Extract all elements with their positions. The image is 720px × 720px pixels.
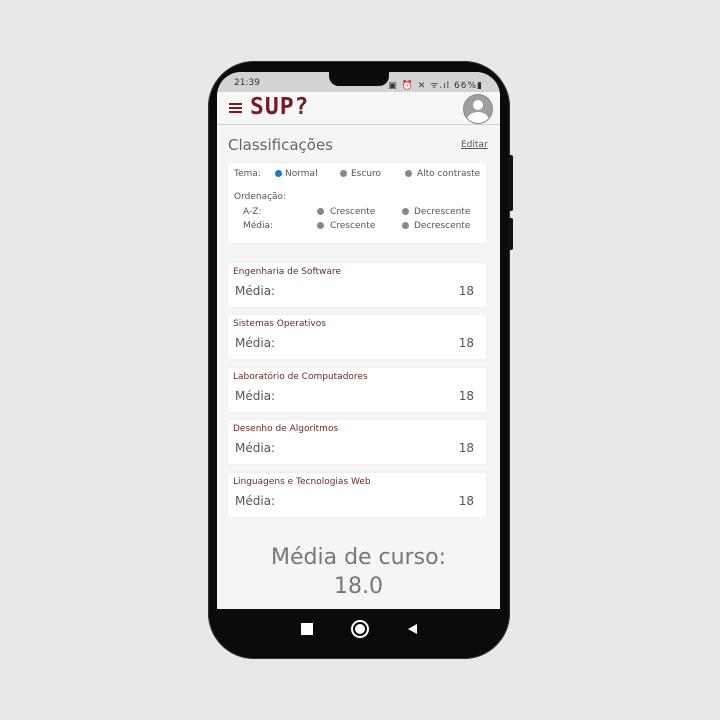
home-icon[interactable] <box>351 620 369 638</box>
average-descending-radio[interactable] <box>402 222 409 229</box>
settings-panel: Tema: Normal Escuro Alto contraste Orden… <box>228 163 486 243</box>
status-icons: ▣ ⏰ ✕ ᯤ.ıl 66%▮ <box>388 81 483 91</box>
app-bar: SUP? <box>217 92 500 125</box>
course-average-label: Média: <box>235 389 276 403</box>
course-card[interactable]: Sistemas Operativos Média: 18 <box>228 315 486 359</box>
average-ascending-label[interactable]: Crescente <box>330 221 375 231</box>
course-average-value: 18 <box>458 284 474 298</box>
app-logo: SUP? <box>250 94 310 120</box>
camera-notch <box>329 72 389 86</box>
course-card[interactable]: Linguagens e Tecnologias Web Média: 18 <box>228 473 486 517</box>
theme-high-contrast-label[interactable]: Alto contraste <box>417 169 480 179</box>
power-button <box>508 218 513 250</box>
course-average-value: 18 <box>458 336 474 350</box>
profile-avatar-icon[interactable] <box>463 94 493 124</box>
average-descending-label[interactable]: Decrescente <box>414 221 470 231</box>
course-name: Laboratório de Computadores <box>233 372 368 382</box>
course-name: Engenharia de Software <box>233 267 341 277</box>
ordering-az-label: A-Z: <box>243 207 262 217</box>
ordering-average-label: Média: <box>243 221 274 231</box>
course-average-label: Média: <box>235 336 276 350</box>
main-content: Classificações Editar Tema: Normal Escur… <box>217 125 500 609</box>
hamburger-menu-icon[interactable] <box>229 103 242 113</box>
course-name: Linguagens e Tecnologias Web <box>233 477 371 487</box>
course-average-value: 18 <box>458 441 474 455</box>
course-name: Desenho de Algoritmos <box>233 424 339 434</box>
course-average-label: Média: <box>235 441 276 455</box>
ordering-label: Ordenação: <box>234 192 287 202</box>
theme-normal-label[interactable]: Normal <box>285 169 318 179</box>
theme-normal-radio[interactable] <box>275 170 282 177</box>
az-ascending-label[interactable]: Crescente <box>330 207 375 217</box>
course-average-label: Média: <box>235 494 276 508</box>
theme-dark-radio[interactable] <box>340 170 347 177</box>
phone-screen: 21:39 ▣ ⏰ ✕ ᯤ.ıl 66%▮ SUP? Classificaçõe… <box>217 72 500 609</box>
recent-apps-icon[interactable] <box>301 623 313 635</box>
theme-high-contrast-radio[interactable] <box>405 170 412 177</box>
theme-label: Tema: <box>234 169 261 179</box>
az-descending-label[interactable]: Decrescente <box>414 207 470 217</box>
course-card[interactable]: Laboratório de Computadores Média: 18 <box>228 368 486 412</box>
course-average-value: 18 <box>458 389 474 403</box>
course-overall-average: Média de curso: 18.0 <box>217 543 500 601</box>
course-overall-average-label: Média de curso: <box>271 545 446 570</box>
status-time: 21:39 <box>234 78 260 88</box>
course-overall-average-value: 18.0 <box>334 574 383 599</box>
course-card[interactable]: Desenho de Algoritmos Média: 18 <box>228 420 486 464</box>
back-icon[interactable] <box>408 624 417 634</box>
course-name: Sistemas Operativos <box>233 319 326 329</box>
course-card[interactable]: Engenharia de Software Média: 18 <box>228 263 486 307</box>
az-descending-radio[interactable] <box>402 208 409 215</box>
average-ascending-radio[interactable] <box>317 222 324 229</box>
az-ascending-radio[interactable] <box>317 208 324 215</box>
theme-dark-label[interactable]: Escuro <box>351 169 381 179</box>
volume-button <box>508 155 513 211</box>
course-average-value: 18 <box>458 494 474 508</box>
page-title: Classificações <box>228 136 333 154</box>
course-average-label: Média: <box>235 284 276 298</box>
android-nav-bar <box>217 609 500 650</box>
edit-link[interactable]: Editar <box>461 140 488 150</box>
